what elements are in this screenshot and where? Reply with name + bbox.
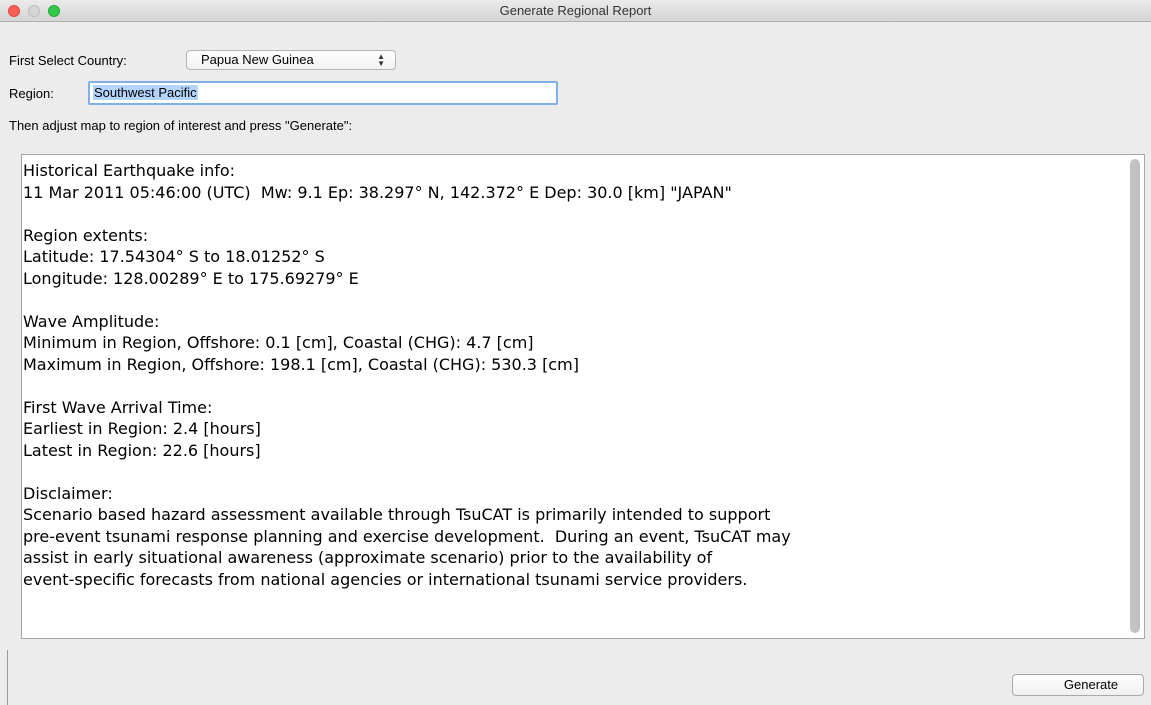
region-input-value: Southwest Pacific <box>93 85 198 100</box>
report-line <box>23 375 1124 397</box>
instruction-text: Then adjust map to region of interest an… <box>9 118 353 133</box>
report-line: Latitude: 17.54304° S to 18.01252° S <box>23 247 325 266</box>
report-line: assist in early situational awareness (a… <box>23 548 713 567</box>
report-text-area[interactable]: Historical Earthquake info: 11 Mar 2011 0… <box>21 154 1145 639</box>
window-titlebar[interactable]: Generate Regional Report <box>0 0 1151 22</box>
country-label: First Select Country: <box>9 53 127 69</box>
generate-button[interactable]: Generate <box>1012 674 1144 696</box>
report-line <box>23 461 1124 483</box>
region-row: Region: <box>9 85 54 101</box>
window-title: Generate Regional Report <box>499 3 652 18</box>
region-input[interactable]: Southwest Pacific <box>88 81 558 105</box>
report-line: Maximum in Region, Offshore: 198.1 [cm],… <box>23 354 579 374</box>
report-line: Wave Amplitude: <box>23 311 160 331</box>
report-line: 11 Mar 2011 05:46:00 (UTC) Mw: 9.1 Ep: 3… <box>23 182 732 202</box>
report-line: First Wave Arrival Time: <box>23 397 213 417</box>
report-line <box>23 203 1124 225</box>
report-line: Disclaimer: <box>23 483 113 503</box>
report-line: Latest in Region: 22.6 [hours] <box>23 440 261 460</box>
country-select[interactable]: Papua New Guinea ▲ ▼ <box>186 50 396 70</box>
report-line: Historical Earthquake info: <box>23 161 236 180</box>
select-arrows-icon: ▲ ▼ <box>377 52 385 68</box>
report-line: Minimum in Region, Offshore: 0.1 [cm], C… <box>23 333 534 352</box>
report-content: Historical Earthquake info: 11 Mar 2011 0… <box>23 160 1124 590</box>
report-line: Longitude: 128.00289° E to 175.69279° E <box>23 268 359 288</box>
region-label: Region: <box>9 86 54 102</box>
report-line: Scenario based hazard assessment availab… <box>23 505 771 524</box>
country-select-value: Papua New Guinea <box>201 52 314 67</box>
country-row: First Select Country: <box>9 52 127 68</box>
report-scrollbar[interactable] <box>1130 159 1140 633</box>
report-line <box>23 289 1124 311</box>
divider-line <box>7 650 8 705</box>
report-line: pre-event tsunami response planning and … <box>23 526 791 546</box>
report-line: Earliest in Region: 2.4 [hours] <box>23 419 261 438</box>
report-line: event-specific forecasts from national a… <box>23 569 748 589</box>
report-line: Region extents: <box>23 225 149 245</box>
